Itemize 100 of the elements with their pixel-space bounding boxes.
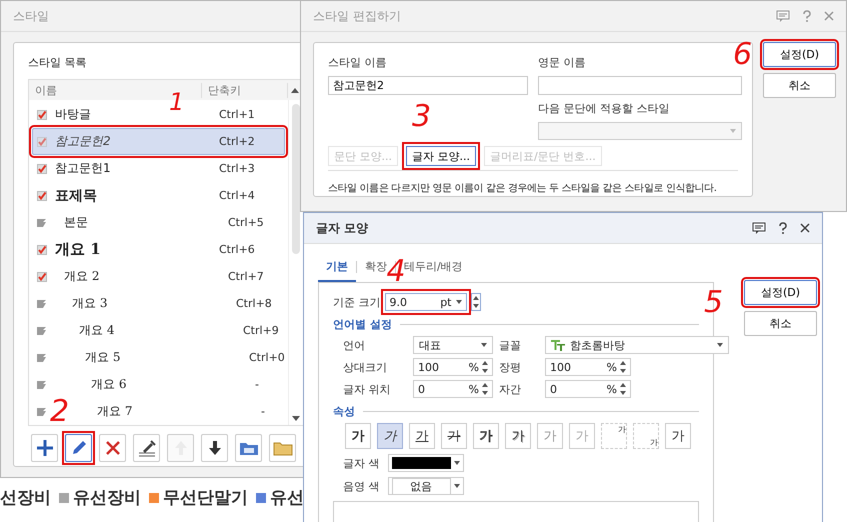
- check-icon: [37, 272, 47, 282]
- check-icon: [37, 244, 47, 254]
- legend-label: 유선장비: [73, 487, 141, 509]
- cancel-button[interactable]: 취소: [744, 311, 817, 336]
- underline-toggle[interactable]: 가: [409, 423, 435, 449]
- strike-toggle[interactable]: 가: [441, 423, 467, 449]
- shade-color-dropdown[interactable]: 없음: [388, 477, 464, 495]
- caret-icon: [454, 461, 460, 465]
- style-name: 본문: [64, 215, 88, 229]
- caret-icon: [730, 129, 736, 133]
- window-title: 글자 모양: [316, 220, 368, 236]
- annotation-number: 4: [386, 257, 406, 287]
- paragraph-icon: [37, 218, 47, 228]
- delete-tool-button[interactable]: [99, 434, 126, 462]
- style-name: 개요 4: [79, 323, 114, 337]
- field-label: 음영 색: [343, 478, 380, 494]
- caret-icon: [454, 484, 460, 488]
- style-name: 표제목: [55, 188, 97, 204]
- field-label: 다음 문단에 적용할 스타일: [538, 101, 670, 116]
- comment-icon[interactable]: [752, 222, 766, 234]
- number-field[interactable]: 0 %: [545, 380, 631, 398]
- caret-icon: [456, 300, 462, 304]
- field-label: 글자 위치: [343, 382, 392, 396]
- style-name: 개요 1: [55, 240, 101, 258]
- shadow-toggle[interactable]: 가: [505, 423, 531, 449]
- shortcut-text: Ctrl+4: [219, 189, 255, 202]
- spinner-icon[interactable]: [472, 295, 478, 309]
- shortcut-text: Ctrl+8: [236, 297, 272, 310]
- italic-toggle[interactable]: 가: [377, 423, 403, 449]
- paragraph-icon: [37, 326, 47, 336]
- eyedropper-icon: [136, 438, 156, 458]
- style-name-field[interactable]: 참고문헌2: [328, 76, 528, 95]
- number-field[interactable]: 0 %: [413, 380, 493, 398]
- scroll-down-icon[interactable]: [292, 416, 300, 420]
- column-header[interactable]: 단축키: [202, 82, 288, 98]
- spinner-icon[interactable]: [620, 382, 626, 396]
- style-name: 개요 2: [64, 269, 100, 283]
- cancel-button[interactable]: 취소: [763, 73, 836, 98]
- shortcut-text: Ctrl+1: [219, 108, 255, 121]
- superscript-toggle[interactable]: 가: [601, 423, 627, 449]
- close-icon[interactable]: [800, 223, 810, 233]
- outline-toggle[interactable]: 가: [473, 423, 499, 449]
- plain-toggle[interactable]: 가: [665, 423, 691, 449]
- style-name: 참고문헌2: [55, 134, 111, 148]
- section-label: 언어별 설정: [333, 317, 392, 332]
- folder-tool-button[interactable]: [269, 434, 296, 462]
- annotation-number: 2: [50, 397, 70, 427]
- shortcut-text: -: [255, 378, 259, 391]
- legend-label: 무선단말기: [163, 487, 248, 509]
- spinner-icon[interactable]: [482, 360, 488, 374]
- help-icon[interactable]: [778, 222, 788, 234]
- window-title: 스타일: [13, 8, 49, 24]
- bold-toggle[interactable]: 가: [345, 423, 371, 449]
- eyedropper-tool-button[interactable]: [133, 434, 160, 462]
- annotation-number: 5: [704, 288, 724, 318]
- scroll-up-icon[interactable]: [291, 88, 299, 92]
- style-name: 개요 3: [72, 296, 108, 310]
- note-text: 스타일 이름은 다르지만 영문 이름이 같은 경우에는 두 스타일을 같은 스타일로 인식합니다.: [328, 182, 717, 195]
- paragraph-icon: [37, 352, 47, 362]
- add-tool-button[interactable]: [31, 434, 58, 462]
- field-label: 스타일 이름: [328, 55, 388, 70]
- language-dropdown[interactable]: 대표: [413, 336, 493, 354]
- section-label: 속성: [333, 404, 355, 419]
- english-name-field[interactable]: [538, 76, 742, 95]
- shortcut-text: Ctrl+2: [219, 135, 255, 148]
- style-name: 개요 5: [85, 350, 120, 364]
- spinner-icon[interactable]: [482, 382, 488, 396]
- field-label: 기준 크기: [333, 294, 380, 310]
- field-label: 자간: [499, 382, 522, 396]
- field-label: 글자 색: [343, 456, 380, 470]
- shortcut-text: Ctrl+5: [228, 216, 264, 229]
- shortcut-text: Ctrl+3: [219, 162, 255, 175]
- check-icon: [37, 110, 47, 120]
- field-label: 영문 이름: [538, 55, 586, 70]
- style-name: 바탕글: [55, 107, 91, 121]
- confirm-button[interactable]: 설정(D): [744, 280, 817, 305]
- folder-text-tool-button[interactable]: [235, 434, 262, 462]
- check-icon: [37, 190, 47, 200]
- text-color-dropdown[interactable]: [388, 454, 464, 472]
- window-title: 스타일 편집하기: [313, 8, 401, 24]
- style-name: 개요 7: [97, 404, 132, 418]
- shortcut-text: Ctrl+9: [243, 324, 279, 337]
- number-field[interactable]: 100 %: [413, 358, 493, 376]
- paragraph-icon: [37, 298, 47, 308]
- shortcut-text: Ctrl+6: [219, 243, 255, 256]
- field-label: 장평: [499, 360, 522, 374]
- shortcut-text: Ctrl+0: [249, 351, 285, 364]
- subscript-toggle[interactable]: 가: [633, 423, 659, 449]
- number-field[interactable]: 100 %: [545, 358, 631, 376]
- spinner-icon[interactable]: [620, 360, 626, 374]
- confirm-button[interactable]: 설정(D): [763, 42, 836, 67]
- scroll-thumb[interactable]: [292, 104, 300, 254]
- down-tool-button[interactable]: [201, 434, 228, 462]
- style-list-row[interactable]: 참고문헌2 Ctrl+2: [32, 128, 286, 155]
- style-name: 참고문헌1: [55, 161, 111, 175]
- group-label: 스타일 목록: [28, 55, 88, 70]
- check-icon: [37, 136, 47, 146]
- field-label: 상대크기: [343, 360, 388, 374]
- font-dropdown[interactable]: 함초롬바탕: [545, 336, 729, 354]
- paragraph-icon: [37, 380, 47, 390]
